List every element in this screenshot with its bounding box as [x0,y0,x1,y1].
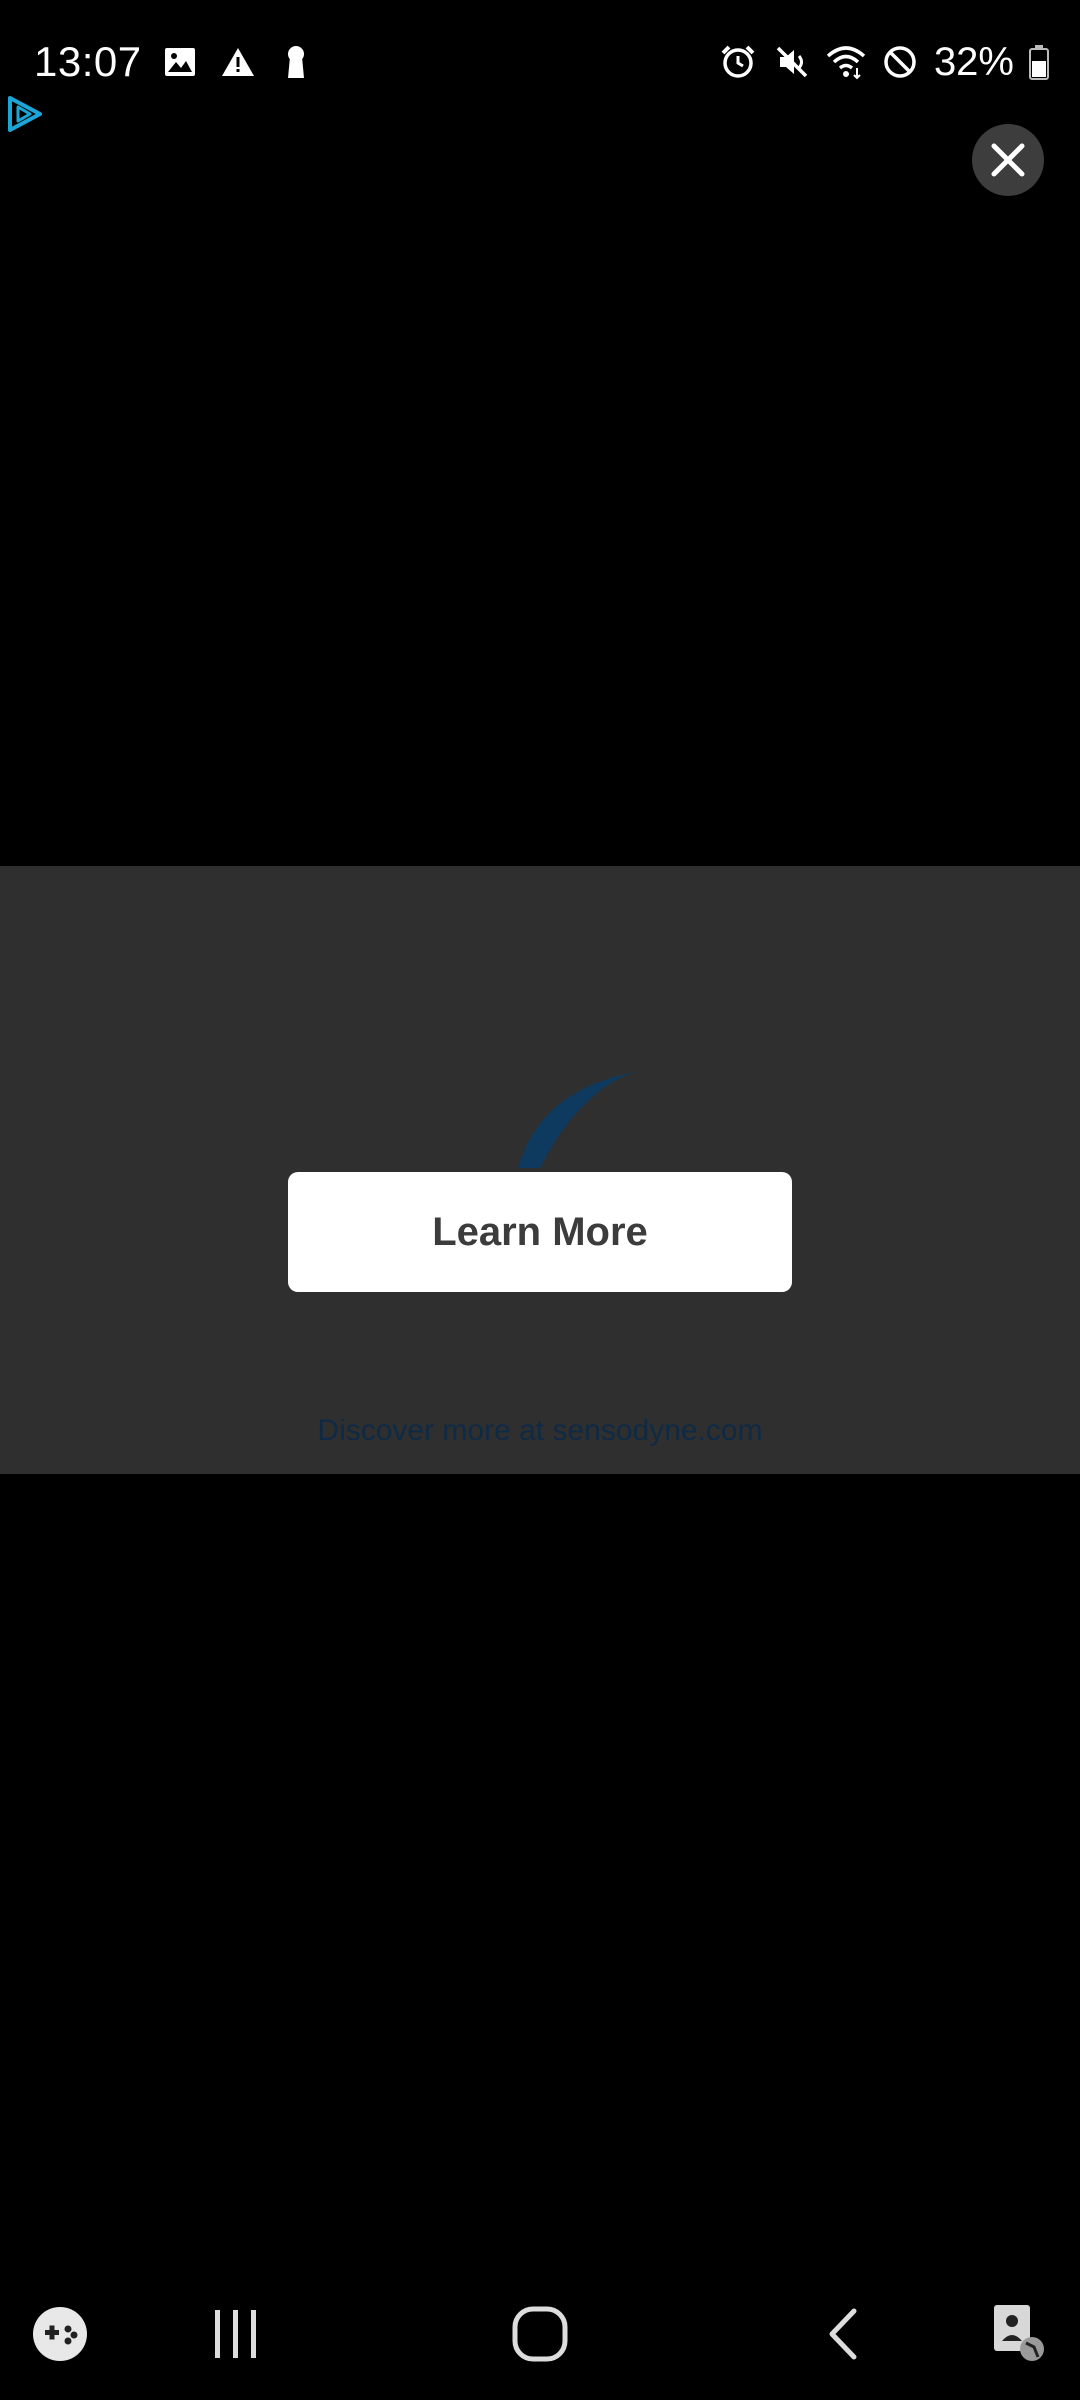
do-not-disturb-icon [880,42,920,82]
status-time: 13:07 [34,38,142,85]
brand-swoosh-graphic [500,1060,660,1170]
battery-icon [1028,42,1050,82]
adchoices-play-icon[interactable] [6,94,44,134]
close-icon [988,140,1028,180]
close-ad-button[interactable] [972,124,1044,196]
recents-icon[interactable] [196,2294,276,2374]
ad-content-panel[interactable]: Learn More Discover more at sensodyne.co… [0,866,1080,1474]
battery-percentage: 32% [933,40,1014,84]
discover-more-link[interactable]: Discover more at sensodyne.com [0,1414,1080,1448]
warning-icon [218,42,258,82]
game-launcher-icon[interactable] [20,2294,100,2374]
image-icon [160,42,200,82]
wifi-icon [826,42,866,82]
accessibility-icon[interactable] [980,2294,1060,2374]
navigation-bar [0,2270,1080,2400]
status-left: 13:07 [34,36,316,88]
mute-icon [772,42,812,82]
keyhole-icon [276,42,316,82]
back-icon[interactable] [802,2294,882,2374]
learn-more-button[interactable]: Learn More [288,1172,792,1292]
alarm-icon [718,42,758,82]
status-right: 32% [718,36,1050,88]
home-icon[interactable] [500,2294,580,2374]
status-bar: 13:07 32% [0,0,1080,120]
